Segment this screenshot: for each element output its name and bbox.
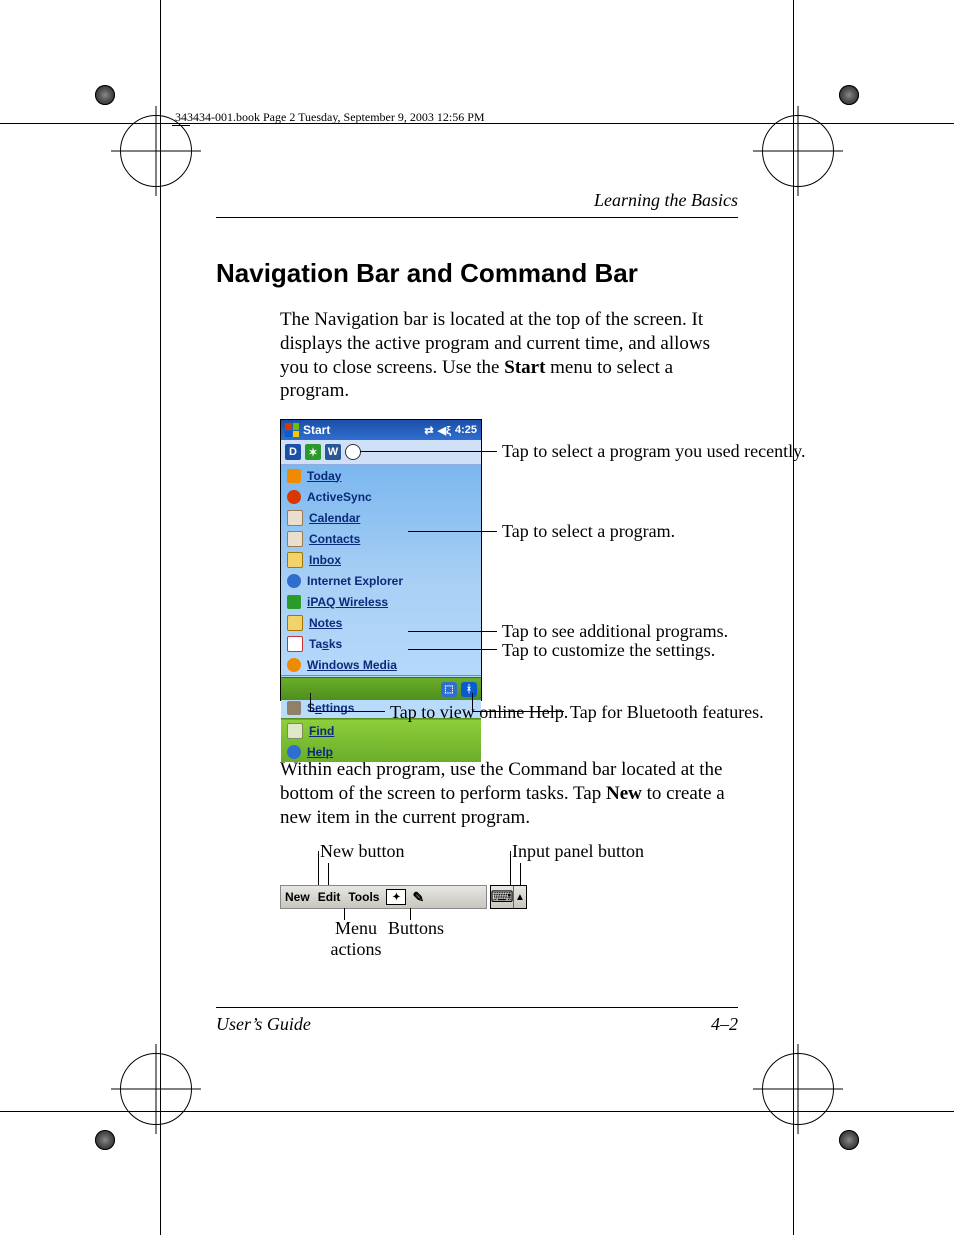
- callout-bluetooth: Tap for Bluetooth features.: [570, 702, 764, 723]
- callout-recent: Tap to select a program you used recentl…: [502, 441, 805, 462]
- clock-label: 4:25: [455, 424, 477, 436]
- recent-programs-row: D ✶ W: [281, 440, 481, 465]
- crop-line: [0, 1111, 954, 1112]
- menu-item-inbox: Inbox: [281, 549, 481, 570]
- network-icon: ⬚: [441, 682, 457, 697]
- arrow-up-icon: ▲: [514, 886, 526, 908]
- bluetooth-icon: ᚼ: [461, 682, 477, 697]
- recorder-icon: ✦: [386, 889, 406, 905]
- leader-line: [408, 649, 497, 650]
- recent-app-icon: W: [325, 444, 341, 460]
- recent-app-icon: [345, 444, 361, 460]
- device-taskbar: ⬚ ᚼ: [281, 677, 481, 700]
- label-text: actions: [331, 939, 382, 959]
- cmd-new: New: [281, 890, 314, 904]
- label-buttons: Buttons: [388, 918, 444, 939]
- menu-label: Inbox: [309, 553, 341, 567]
- registration-mark-icon: [95, 85, 185, 175]
- input-panel-button-group: ⌨ ▲: [490, 885, 527, 909]
- menu-item-notes: Notes: [281, 612, 481, 633]
- recent-app-icon: ✶: [305, 444, 321, 460]
- section-title: Navigation Bar and Command Bar: [216, 258, 738, 289]
- cmd-tools: Tools: [344, 890, 383, 904]
- menu-label: Notes: [309, 616, 342, 630]
- print-job-meta: 343434-001.book Page 2 Tuesday, Septembe…: [175, 110, 485, 125]
- leader-line: [472, 693, 473, 711]
- label-menu-actions: Menu actions: [326, 918, 386, 960]
- menu-item-tasks: Tasks: [281, 633, 481, 654]
- leader-line: [408, 531, 497, 532]
- menu-item-ipaq-wireless: iPAQ Wireless: [281, 591, 481, 612]
- decorative-line: [172, 125, 190, 126]
- callout-settings: Tap to customize the settings.: [502, 640, 715, 661]
- label-input-panel: Input panel button: [512, 841, 644, 862]
- leader-line: [510, 851, 511, 886]
- registration-mark-icon: [769, 85, 859, 175]
- figure-nav-bar: Start ⇄ ◀ξ 4:25 D ✶ W Today ActiveSync C…: [280, 419, 738, 739]
- cmd-edit: Edit: [314, 890, 345, 904]
- menu-label: Windows Media: [307, 658, 397, 672]
- windows-flag-icon: [285, 423, 299, 437]
- crop-line: [160, 0, 161, 1235]
- bold-text: New: [606, 783, 642, 804]
- connectivity-icon: ⇄: [424, 424, 433, 437]
- pen-icon: ✎: [409, 889, 427, 906]
- callout-program: Tap to select a program.: [502, 521, 675, 542]
- leader-line: [310, 711, 385, 712]
- menu-item-today: Today: [281, 465, 481, 486]
- menu-label: ActiveSync: [307, 490, 372, 504]
- page-content: Learning the Basics Navigation Bar and C…: [216, 190, 738, 1035]
- footer-page-number: 4–2: [711, 1014, 738, 1035]
- label-new-button: New button: [320, 841, 405, 862]
- menu-label: Help: [307, 745, 333, 759]
- menu-label: iPAQ Wireless: [307, 595, 388, 609]
- menu-label: Contacts: [309, 532, 360, 546]
- label-text: Menu: [335, 918, 377, 938]
- menu-label: Find: [309, 724, 334, 738]
- command-bar-paragraph: Within each program, use the Command bar…: [280, 758, 738, 829]
- menu-item-activesync: ActiveSync: [281, 486, 481, 507]
- menu-item-internet-explorer: Internet Explorer: [281, 570, 481, 591]
- leader-line: [310, 693, 311, 711]
- footer-left: User’s Guide: [216, 1014, 311, 1035]
- device-navbar: Start ⇄ ◀ξ 4:25: [281, 420, 481, 440]
- menu-item-calendar: Calendar: [281, 507, 481, 528]
- recent-app-icon: D: [285, 444, 301, 460]
- menu-label: Calendar: [309, 511, 360, 525]
- leader-line: [360, 451, 497, 452]
- leader-line: [328, 863, 329, 886]
- keyboard-icon: ⌨: [491, 886, 514, 908]
- speaker-icon: ◀ξ: [438, 424, 451, 437]
- device-screenshot: Start ⇄ ◀ξ 4:25 D ✶ W Today ActiveSync C…: [280, 419, 482, 701]
- crop-line: [793, 0, 794, 1235]
- leader-line: [520, 863, 521, 886]
- bold-text: Start: [504, 357, 545, 378]
- menu-label: Today: [307, 469, 341, 483]
- callout-help: Tap to view online Help.: [390, 702, 568, 723]
- figure-command-bar: New button Input panel button New Edit T…: [280, 845, 738, 955]
- registration-mark-icon: [769, 1060, 859, 1150]
- intro-paragraph: The Navigation bar is located at the top…: [280, 308, 738, 403]
- menu-item-help: Help: [281, 741, 481, 762]
- start-button-label: Start: [303, 423, 330, 437]
- command-bar: New Edit Tools ✦ ✎: [280, 885, 487, 909]
- callout-programs: Tap to see additional programs.: [502, 621, 728, 642]
- leader-line: [318, 851, 319, 886]
- page-footer: User’s Guide 4–2: [216, 1007, 738, 1035]
- leader-line: [472, 711, 564, 712]
- running-head: Learning the Basics: [216, 190, 738, 218]
- leader-line: [408, 631, 497, 632]
- menu-item-windows-media: Windows Media: [281, 654, 481, 675]
- registration-mark-icon: [95, 1060, 185, 1150]
- menu-label: Internet Explorer: [307, 574, 403, 588]
